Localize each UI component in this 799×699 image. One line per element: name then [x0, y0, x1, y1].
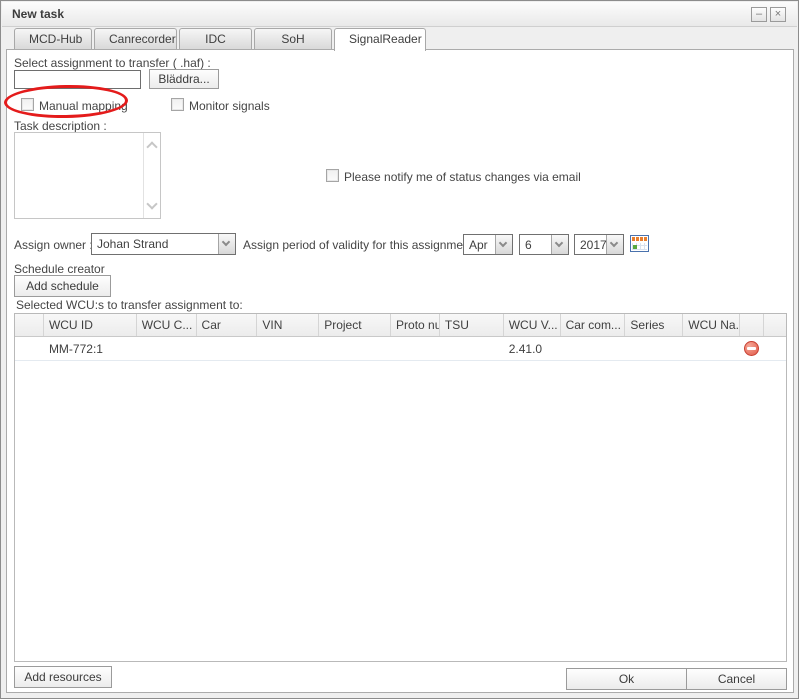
- chevron-down-icon[interactable]: [551, 235, 568, 254]
- table-row[interactable]: MM-772:1 2.41.0: [15, 337, 786, 361]
- column-header-wcu-id[interactable]: WCU ID: [44, 314, 137, 336]
- validity-month-select[interactable]: Apr: [463, 234, 513, 255]
- add-resources-button[interactable]: Add resources: [14, 666, 112, 688]
- tab-mcd-hub[interactable]: MCD-Hub: [14, 28, 92, 49]
- validity-day-value: 6: [525, 238, 532, 252]
- validity-label: Assign period of validity for this assig…: [243, 238, 480, 252]
- chevron-down-icon[interactable]: [495, 235, 512, 254]
- cell: [257, 337, 319, 360]
- close-icon: ×: [775, 8, 781, 20]
- task-description-textarea[interactable]: [14, 132, 161, 219]
- assignment-file-input[interactable]: [14, 70, 141, 89]
- cell: [440, 337, 504, 360]
- tab-strip: MCD-Hub Canrecorder IDC SoH SignalReader: [14, 28, 426, 50]
- cell: [15, 337, 44, 360]
- wcu-table: WCU ID WCU C... Car VIN Project Proto nu…: [14, 313, 787, 662]
- tab-soh[interactable]: SoH: [254, 28, 332, 49]
- column-header-wcu-c[interactable]: WCU C...: [137, 314, 197, 336]
- remove-row-icon[interactable]: [744, 341, 759, 356]
- cell: [391, 337, 440, 360]
- assignment-label: Select assignment to transfer ( .haf) :: [14, 56, 211, 70]
- chevron-down-icon[interactable]: [606, 235, 623, 254]
- cell: [683, 337, 740, 360]
- manual-mapping-label: Manual mapping: [39, 99, 128, 113]
- add-schedule-button[interactable]: Add schedule: [14, 275, 111, 297]
- validity-year-select[interactable]: 2017: [574, 234, 624, 255]
- schedule-creator-label: Schedule creator: [14, 262, 105, 276]
- minimize-button[interactable]: –: [751, 7, 767, 22]
- selected-wcu-label: Selected WCU:s to transfer assignment to…: [16, 298, 243, 312]
- tab-signalreader[interactable]: SignalReader: [334, 28, 426, 51]
- column-header-tsu[interactable]: TSU: [440, 314, 504, 336]
- column-header-car[interactable]: Car: [197, 314, 258, 336]
- browse-button[interactable]: Bläddra...: [149, 69, 219, 89]
- chevron-down-icon[interactable]: [218, 234, 235, 254]
- monitor-signals-label: Monitor signals: [189, 99, 270, 113]
- column-header-wcu-v[interactable]: WCU V...: [504, 314, 561, 336]
- new-task-dialog: New task – × MCD-Hub Canrecorder IDC SoH…: [0, 0, 799, 699]
- manual-mapping-checkbox[interactable]: [21, 98, 34, 111]
- wcu-table-header: WCU ID WCU C... Car VIN Project Proto nu…: [15, 314, 786, 337]
- column-header-proto-nu[interactable]: Proto nu...: [391, 314, 440, 336]
- monitor-signals-checkbox[interactable]: [171, 98, 184, 111]
- assign-owner-value: Johan Strand: [97, 237, 168, 251]
- cell: [197, 337, 258, 360]
- notify-email-label: Please notify me of status changes via e…: [344, 170, 581, 184]
- column-header-vin[interactable]: VIN: [257, 314, 319, 336]
- title-bar: New task – ×: [2, 2, 797, 27]
- tab-idc[interactable]: IDC: [179, 28, 252, 49]
- scroll-up-icon[interactable]: [146, 141, 157, 152]
- cell-wcu-version: 2.41.0: [504, 337, 561, 360]
- cancel-button[interactable]: Cancel: [686, 668, 787, 690]
- cell-wcu-id: MM-772:1: [44, 337, 137, 360]
- cell: [625, 337, 683, 360]
- cell: [764, 337, 786, 360]
- cell: [561, 337, 626, 360]
- ok-button[interactable]: Ok: [566, 668, 687, 690]
- tab-canrecorder[interactable]: Canrecorder: [94, 28, 177, 49]
- textarea-scrollbar[interactable]: [143, 133, 160, 218]
- notify-email-checkbox[interactable]: [326, 169, 339, 182]
- column-header-car-com[interactable]: Car com...: [561, 314, 626, 336]
- cell: [740, 337, 764, 360]
- assign-owner-label: Assign owner :: [14, 238, 93, 252]
- minimize-icon: –: [756, 8, 762, 20]
- calendar-icon[interactable]: [630, 235, 649, 252]
- assign-owner-select[interactable]: Johan Strand: [91, 233, 236, 255]
- validity-month-value: Apr: [469, 238, 488, 252]
- column-header[interactable]: [740, 314, 764, 336]
- column-header[interactable]: [15, 314, 44, 336]
- task-description-label: Task description :: [14, 119, 107, 133]
- close-button[interactable]: ×: [770, 7, 786, 22]
- cell: [137, 337, 197, 360]
- validity-day-select[interactable]: 6: [519, 234, 569, 255]
- column-header-series[interactable]: Series: [625, 314, 683, 336]
- cell: [319, 337, 391, 360]
- column-header-wcu-na[interactable]: WCU Na...: [683, 314, 740, 336]
- column-header[interactable]: [764, 314, 786, 336]
- column-header-project[interactable]: Project: [319, 314, 391, 336]
- validity-year-value: 2017: [580, 238, 607, 252]
- window-title: New task: [12, 7, 64, 21]
- scroll-down-icon[interactable]: [146, 198, 157, 209]
